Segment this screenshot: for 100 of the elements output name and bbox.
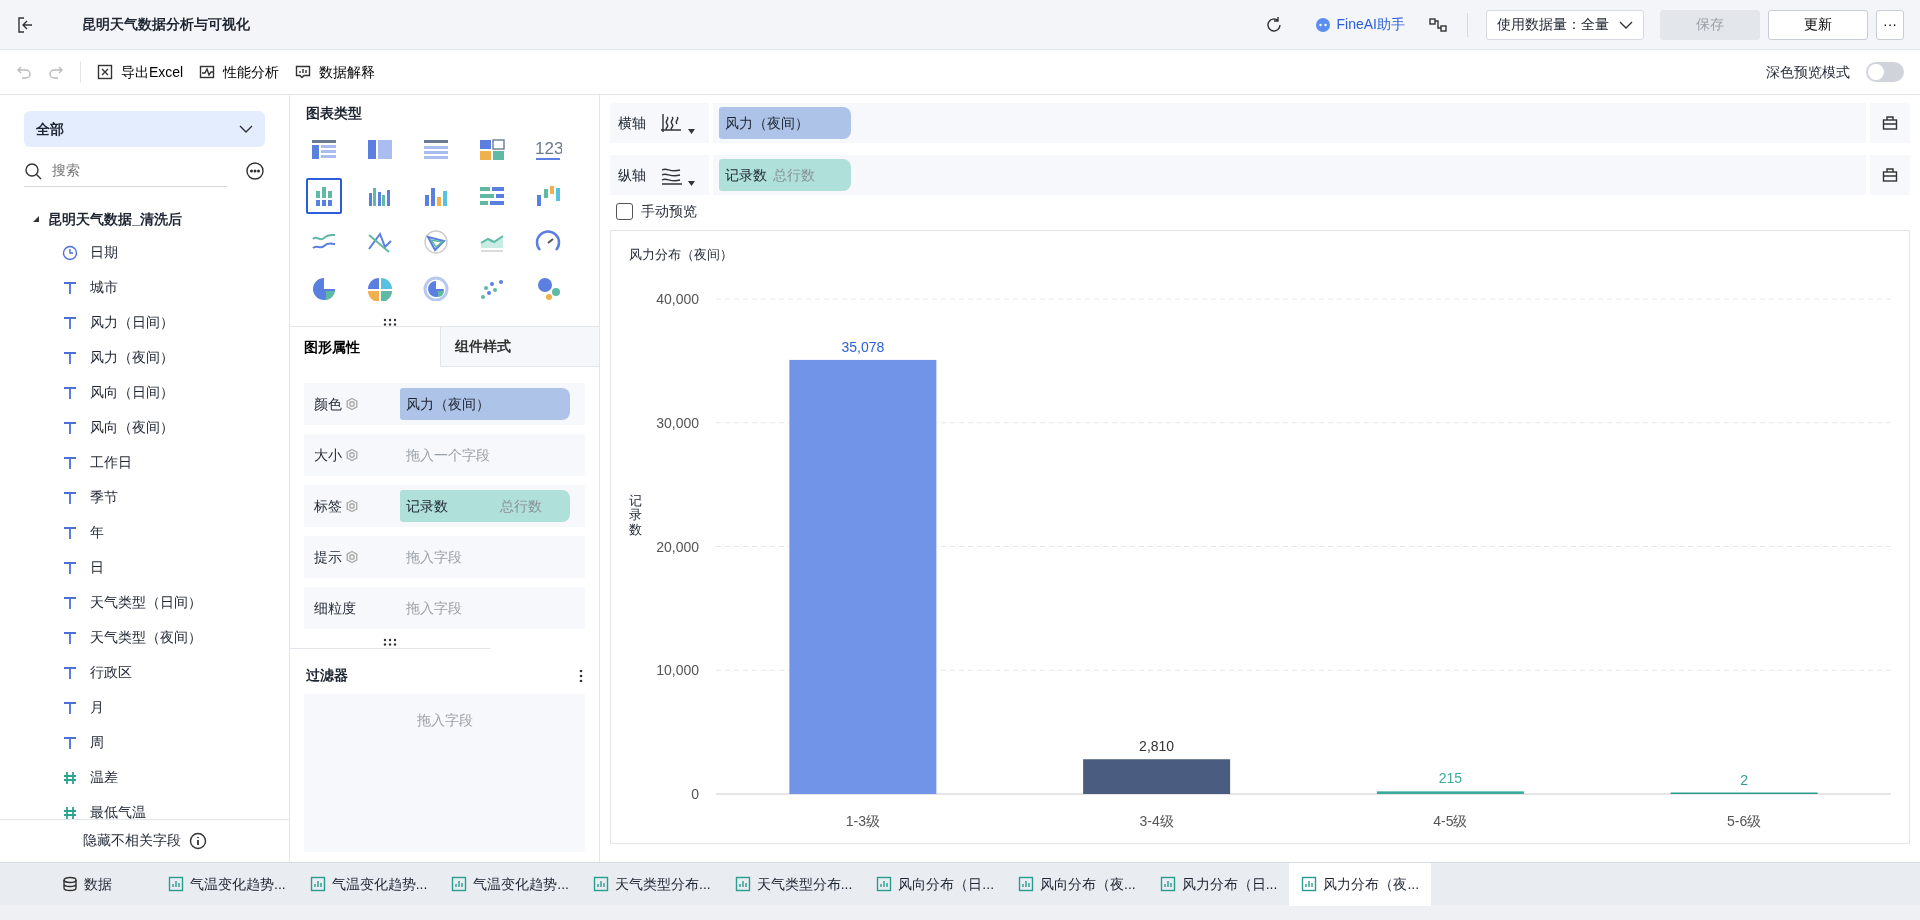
data-amount-select[interactable]: 使用数据量：全量 xyxy=(1486,9,1644,40)
field-item[interactable]: 行政区 xyxy=(24,655,265,690)
data-label: 215 xyxy=(1438,770,1463,787)
field-item[interactable]: 最低气温 xyxy=(24,795,265,819)
sheet-chart-icon xyxy=(1018,876,1035,892)
field-pill[interactable]: 风力（夜间） xyxy=(719,107,851,139)
sheet-chart-icon xyxy=(593,876,609,892)
text-type-icon xyxy=(62,314,78,331)
field-item[interactable]: 月 xyxy=(24,690,265,725)
sheet-tab[interactable]: 气温变化趋势... xyxy=(297,862,440,906)
sheet-chart-icon xyxy=(1159,876,1176,892)
data-label: 2 xyxy=(1740,771,1748,788)
sheet-tab[interactable]: 天气类型分布... xyxy=(581,862,723,906)
field-item[interactable]: 周 xyxy=(24,725,265,760)
radar-chart-icon xyxy=(422,229,450,255)
sheet-chart-icon xyxy=(451,876,468,892)
field-item[interactable]: 城市 xyxy=(24,270,265,305)
field-filter-select[interactable]: 全部 xyxy=(24,111,265,147)
text-type-icon xyxy=(62,349,78,366)
gear-icon[interactable] xyxy=(345,499,359,514)
exit-icon[interactable] xyxy=(16,15,34,34)
drag-handle-icon[interactable] xyxy=(383,638,397,647)
field-item[interactable]: 季节 xyxy=(24,480,265,515)
text-type-icon xyxy=(62,734,78,751)
toolbar-button[interactable]: 导出Excel xyxy=(97,61,184,83)
search-icon[interactable] xyxy=(24,161,42,180)
drag-handle-icon[interactable] xyxy=(383,318,397,326)
sheet-tab[interactable]: 风向分布（夜... xyxy=(1006,862,1148,906)
briefcase-icon[interactable] xyxy=(1882,115,1898,131)
sheet-tab[interactable]: 风力分布（夜... xyxy=(1289,862,1432,906)
info-icon[interactable] xyxy=(188,831,207,850)
search-field[interactable]: 搜索 xyxy=(50,159,220,182)
axis-type-button[interactable] xyxy=(660,112,695,134)
caret-icon xyxy=(688,181,695,186)
field-item[interactable]: 日期 xyxy=(24,235,265,270)
data-label: 2,810 xyxy=(1139,738,1175,755)
axis-tick-label: 20,000 xyxy=(656,538,699,555)
sheet-chart-icon xyxy=(168,876,184,892)
axis-label: 纵轴 xyxy=(618,165,646,185)
more-button[interactable]: ··· xyxy=(1876,9,1904,40)
property-label: 颜色 xyxy=(314,394,342,414)
axis-tick-label: 1-3级 xyxy=(845,813,880,829)
tiles-icon xyxy=(478,137,506,163)
briefcase-icon[interactable] xyxy=(1882,167,1898,183)
gear-icon[interactable] xyxy=(345,550,359,565)
field-item[interactable]: 风力（夜间） xyxy=(24,340,265,375)
field-item[interactable]: 年 xyxy=(24,515,265,550)
page-title: 昆明天气数据分析与可视化 xyxy=(82,15,250,34)
field-item[interactable]: 温差 xyxy=(24,760,265,795)
gear-icon[interactable] xyxy=(345,448,359,463)
wavy-axis-icon xyxy=(660,112,684,134)
text-type-icon xyxy=(62,629,78,646)
update-button[interactable]: 更新 xyxy=(1768,9,1868,40)
redo-icon[interactable] xyxy=(48,64,64,80)
refresh-icon[interactable] xyxy=(1264,15,1283,34)
text-type-icon xyxy=(62,559,78,576)
pie-chart-icon xyxy=(366,275,394,301)
manual-preview-checkbox[interactable]: 手动预览 xyxy=(616,201,1920,222)
property-label: 大小 xyxy=(314,445,342,465)
dataset-node[interactable]: 昆明天气数据_清洗后 xyxy=(32,203,265,235)
sheet-chart-icon xyxy=(734,876,751,892)
dark-preview-toggle[interactable] xyxy=(1866,62,1904,82)
field-item[interactable]: 天气类型（夜间） xyxy=(24,620,265,655)
field-item[interactable]: 工作日 xyxy=(24,445,265,480)
chevron-down-icon xyxy=(1619,19,1633,30)
ai-assistant-button[interactable]: FineAI助手 xyxy=(1306,13,1411,36)
toolbar-button[interactable]: 性能分析 xyxy=(199,61,280,83)
property-tab[interactable]: 组件样式 xyxy=(440,327,599,367)
property-label: 细粒度 xyxy=(314,598,356,618)
undo-icon[interactable] xyxy=(16,64,32,80)
donut-chart-icon xyxy=(422,275,450,301)
sheet-tab[interactable]: 气温变化趋势... xyxy=(439,862,581,906)
field-item[interactable]: 风向（日间） xyxy=(24,375,265,410)
gear-icon[interactable] xyxy=(345,397,359,412)
text-type-icon xyxy=(62,699,78,716)
hash-icon xyxy=(62,804,78,819)
caret-icon xyxy=(32,215,40,223)
field-pill[interactable]: 风力（夜间） xyxy=(400,388,570,421)
sheet-tab[interactable]: 天气类型分布... xyxy=(722,862,865,906)
field-pill[interactable]: 记录数 总行数 xyxy=(719,159,851,191)
flow-icon[interactable] xyxy=(1429,15,1447,34)
text-type-icon xyxy=(62,279,78,296)
axis-tick-label: 3-4级 xyxy=(1139,813,1174,829)
text-type-icon xyxy=(62,419,78,436)
kebab-icon[interactable] xyxy=(579,668,583,683)
sheet-tab[interactable]: 风向分布（日... xyxy=(864,862,1007,906)
dark-preview-label: 深色预览模式 xyxy=(1766,62,1850,82)
axis-label: 横轴 xyxy=(618,113,646,133)
chart-type-option[interactable] xyxy=(306,178,342,214)
field-item[interactable]: 日 xyxy=(24,550,265,585)
sheet-tab[interactable]: 气温变化趋势... xyxy=(156,862,298,906)
sheet-tab[interactable]: 数据 xyxy=(50,862,156,906)
more-icon[interactable] xyxy=(245,161,265,181)
field-pill[interactable]: 记录数 总行数 xyxy=(400,490,570,523)
sheet-tab[interactable]: 风力分布（日... xyxy=(1147,862,1290,906)
field-item[interactable]: 风力（日间） xyxy=(24,305,265,340)
toolbar-button[interactable]: 数据解释 xyxy=(295,61,376,83)
field-item[interactable]: 风向（夜间） xyxy=(24,410,265,445)
field-item[interactable]: 天气类型（日间） xyxy=(24,585,265,620)
text-type-icon xyxy=(62,489,78,506)
